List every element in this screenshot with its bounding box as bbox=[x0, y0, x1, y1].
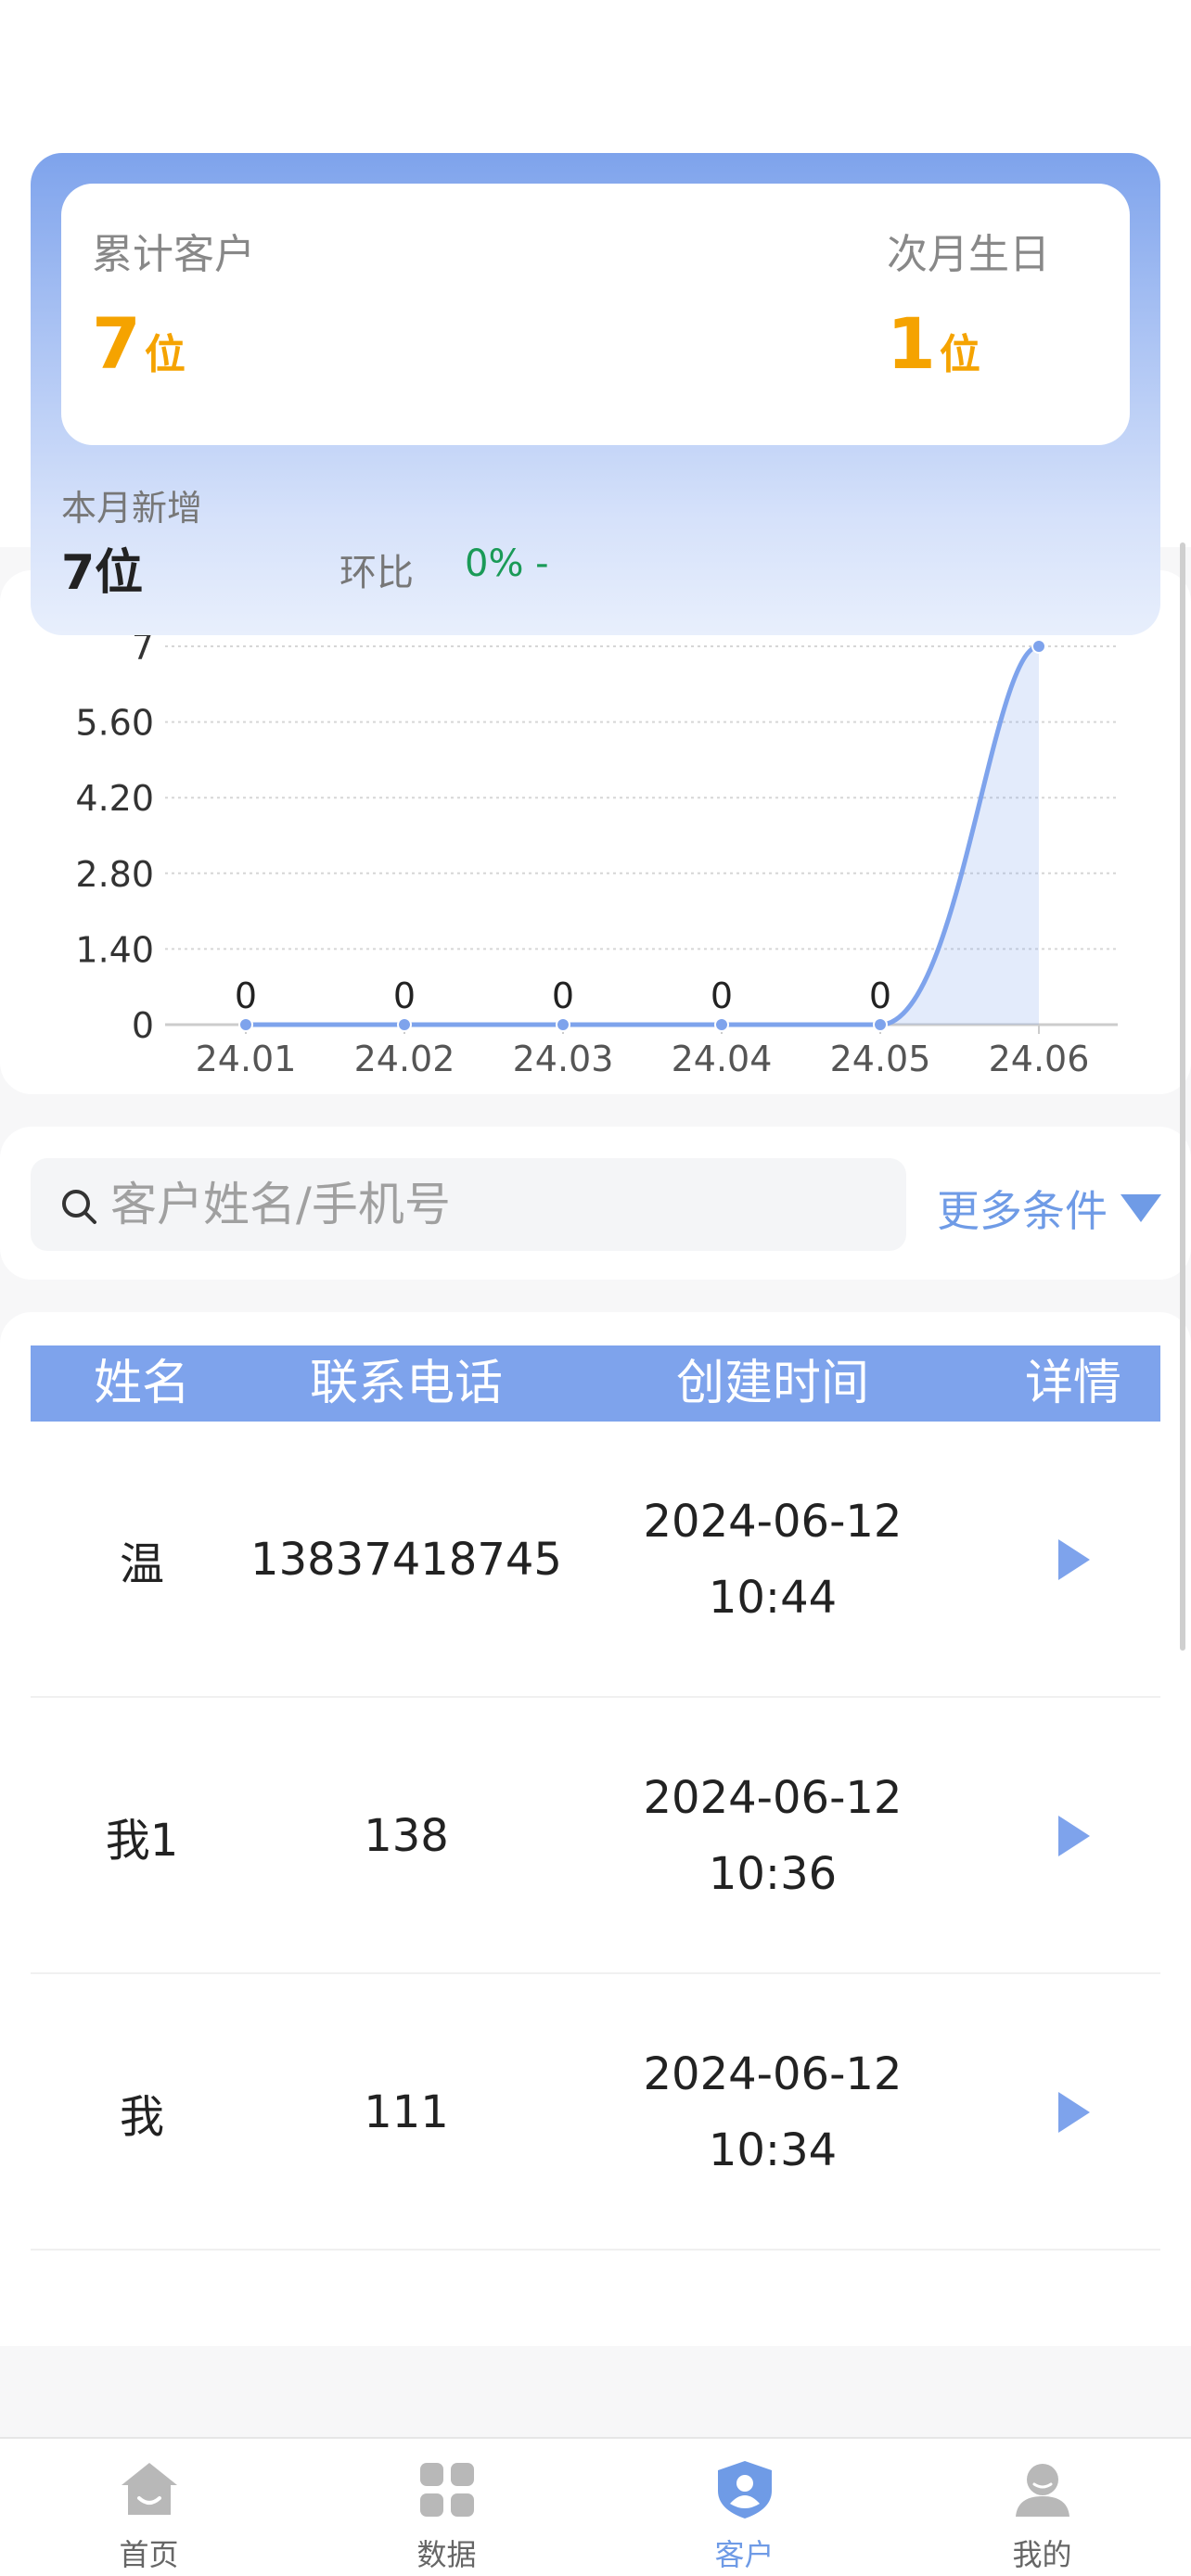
user-icon bbox=[1016, 2464, 1069, 2517]
table-body: 温 13837418745 2024-06-12 10:44 我1 138 202… bbox=[31, 1422, 1160, 2346]
x-tick-label: 24.01 bbox=[196, 1039, 297, 1079]
search-icon bbox=[62, 1190, 96, 1224]
row-name bbox=[31, 2251, 253, 2346]
trend-chart: 01.402.804.205.60724.01 24.02 24.03 24.04 24… bbox=[75, 627, 1118, 1079]
series-area bbox=[246, 646, 1039, 1025]
row-created-time: 2024-06-12 10:36 bbox=[559, 1698, 986, 1974]
y-tick-label: 1.40 bbox=[75, 929, 154, 970]
search-input[interactable] bbox=[110, 1158, 890, 1251]
row-created-time: 2024-06-12 bbox=[559, 2251, 986, 2346]
header-details: 详情 bbox=[1024, 1356, 1121, 1411]
row-created-time: 2024-06-12 10:44 bbox=[559, 1422, 986, 1698]
birthday-unit: 位 bbox=[939, 331, 980, 378]
customer-page: 0 1.40 2.80 4.20 5.60 7 24.01 24.02 24.03 24.04 24… bbox=[0, 0, 1191, 2576]
total-customers-label: 累计客户 bbox=[92, 231, 255, 278]
more-filters-button[interactable]: 更多条件 bbox=[937, 1176, 1161, 1241]
triangle-down-icon bbox=[1121, 1194, 1161, 1222]
month-over-month-value: 0% - bbox=[465, 542, 549, 585]
monthly-new-value: 7位 bbox=[61, 545, 144, 601]
tab-home-label: 首页 bbox=[119, 2537, 179, 2572]
x-tick-label: 24.03 bbox=[513, 1039, 614, 1079]
table-row[interactable]: 2024-06-12 bbox=[31, 2251, 1160, 2346]
x-tick-label: 24.05 bbox=[830, 1039, 931, 1079]
table-row[interactable]: 我1 138 2024-06-12 10:36 bbox=[31, 1698, 1160, 1974]
data-point bbox=[397, 1017, 412, 1032]
data-label: 0 bbox=[869, 976, 891, 1016]
search-box[interactable] bbox=[31, 1158, 906, 1251]
shield-user-icon bbox=[718, 2461, 772, 2519]
x-tick-label: 24.02 bbox=[354, 1039, 455, 1079]
header-name: 姓名 bbox=[93, 1356, 190, 1411]
scrollbar[interactable] bbox=[1180, 542, 1185, 1651]
row-time: 10:36 bbox=[708, 1848, 838, 1900]
row-phone: 13837418745 bbox=[250, 1534, 562, 1586]
row-name: 温 bbox=[119, 1538, 164, 1590]
row-detail-button[interactable] bbox=[986, 1422, 1160, 1698]
play-arrow-icon bbox=[1058, 1539, 1090, 1580]
monthly-new-label: 本月新增 bbox=[61, 488, 203, 529]
header-phone: 联系电话 bbox=[309, 1356, 503, 1411]
row-phone: 111 bbox=[364, 2086, 449, 2138]
row-date: 2024-06-12 bbox=[643, 2048, 903, 2100]
tab-data[interactable]: 数据 bbox=[298, 2439, 596, 2576]
row-detail-button[interactable] bbox=[986, 1974, 1160, 2251]
table-row[interactable]: 我 111 2024-06-12 10:34 bbox=[31, 1974, 1160, 2251]
x-tick-label: 24.06 bbox=[989, 1039, 1090, 1079]
row-time: 10:44 bbox=[708, 1572, 838, 1624]
next-month-birthday-label: 次月生日 bbox=[887, 231, 1050, 278]
data-point bbox=[873, 1017, 888, 1032]
data-label: 0 bbox=[393, 976, 416, 1016]
row-date: 2024-06-12 bbox=[643, 1496, 903, 1548]
total-customers-unit: 位 bbox=[144, 331, 186, 378]
birthday-number: 1 bbox=[887, 302, 936, 385]
trend-chart-card: 0 1.40 2.80 4.20 5.60 7 24.01 24.02 24.03 24.04 24… bbox=[0, 570, 1191, 1094]
tab-customers-label: 客户 bbox=[714, 2537, 775, 2572]
x-tick-label: 24.04 bbox=[672, 1039, 773, 1079]
tab-customers[interactable]: 客户 bbox=[596, 2439, 893, 2576]
month-over-month-label: 环比 bbox=[339, 552, 414, 594]
bottom-tab-bar: 首页 数据 客户 我的 bbox=[0, 2437, 1191, 2576]
tab-mine[interactable]: 我的 bbox=[893, 2439, 1191, 2576]
data-point bbox=[1031, 639, 1046, 654]
y-tick-label: 0 bbox=[132, 1005, 154, 1046]
y-tick-label: 5.60 bbox=[75, 703, 154, 744]
table-header: 姓名 联系电话 创建时间 详情 bbox=[31, 1345, 1160, 1422]
y-tick-label: 2.80 bbox=[75, 854, 154, 895]
row-name: 我1 bbox=[105, 1815, 179, 1867]
row-name: 我 bbox=[119, 2091, 164, 2143]
more-filters-label: 更多条件 bbox=[937, 1186, 1108, 1236]
header-created-time: 创建时间 bbox=[675, 1356, 869, 1411]
row-detail-button[interactable] bbox=[986, 1698, 1160, 1974]
data-point bbox=[238, 1017, 253, 1032]
data-label: 0 bbox=[235, 976, 257, 1016]
play-arrow-icon bbox=[1058, 1816, 1090, 1856]
row-phone bbox=[253, 2251, 559, 2346]
summary-inner-card: 累计客户 7位 次月生日 1位 bbox=[61, 184, 1130, 445]
customer-table: 姓名 联系电话 创建时间 详情 温 13837418745 2024-06-12… bbox=[0, 1312, 1191, 2346]
home-icon bbox=[122, 2463, 177, 2515]
series-line bbox=[246, 644, 1040, 1027]
row-date: 2024-06-12 bbox=[643, 1772, 903, 1824]
row-created-time: 2024-06-12 10:34 bbox=[559, 1974, 986, 2251]
next-month-birthday-value: 1位 bbox=[887, 302, 980, 385]
row-phone: 138 bbox=[364, 1810, 449, 1862]
tab-mine-label: 我的 bbox=[1012, 2537, 1072, 2572]
row-time: 10:34 bbox=[708, 2124, 838, 2176]
grid-icon bbox=[420, 2463, 474, 2517]
data-point bbox=[714, 1017, 729, 1032]
tab-home[interactable]: 首页 bbox=[0, 2439, 298, 2576]
total-customers-value: 7位 bbox=[92, 302, 186, 385]
data-label: 0 bbox=[711, 976, 733, 1016]
summary-card: 累计客户 7位 次月生日 1位 本月新增 7位 环比 0% - bbox=[31, 153, 1160, 635]
tab-data-label: 数据 bbox=[416, 2537, 477, 2572]
play-arrow-icon bbox=[1058, 2092, 1090, 2133]
data-label: 0 bbox=[552, 976, 574, 1016]
y-tick-label: 4.20 bbox=[75, 778, 154, 819]
table-row[interactable]: 温 13837418745 2024-06-12 10:44 bbox=[31, 1422, 1160, 1698]
data-point bbox=[556, 1017, 570, 1032]
total-customers-number: 7 bbox=[92, 302, 141, 385]
